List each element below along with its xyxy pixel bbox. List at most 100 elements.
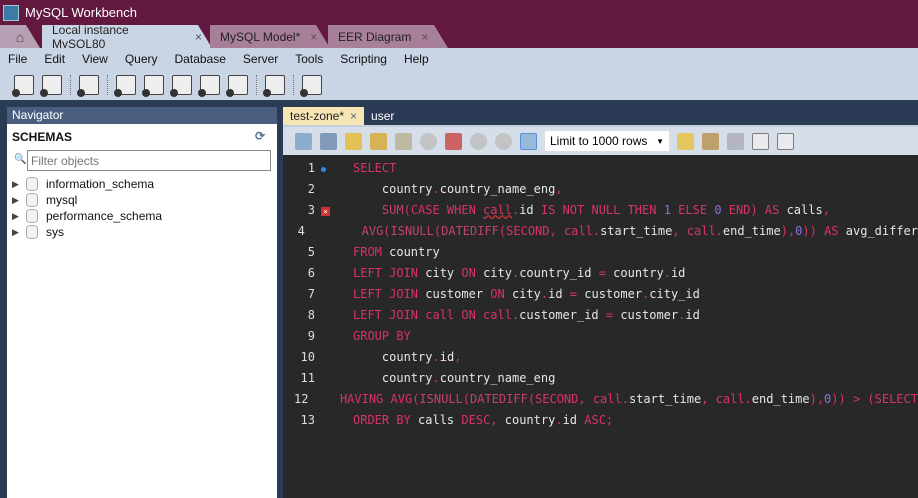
close-icon[interactable]: × [195, 30, 202, 44]
schema-item[interactable]: ▶ sys [12, 224, 162, 240]
create-table-icon[interactable] [142, 75, 164, 97]
code-token: call [483, 202, 512, 217]
code-token: , [454, 349, 462, 364]
inspector-icon[interactable] [77, 75, 99, 97]
code-token: DATEDIFF [470, 391, 528, 406]
code-line[interactable]: 8 LEFT JOIN call ON call. customer_id = cu… [283, 304, 918, 325]
code-line[interactable]: 6 LEFT JOIN city ON city. country_id = cou… [283, 262, 918, 283]
new-sql-tab-icon[interactable] [12, 75, 34, 97]
code-token: 0 [714, 202, 722, 217]
code-line[interactable]: 9 GROUP BY [283, 325, 918, 346]
close-icon[interactable]: × [350, 109, 357, 123]
code-token: start_time [600, 223, 673, 238]
open-file-icon[interactable] [295, 132, 312, 150]
explain-icon[interactable] [395, 132, 412, 150]
main-toolbar [0, 70, 918, 100]
create-procedure-icon[interactable] [198, 75, 220, 97]
tab-eer-diagram[interactable]: EER Diagram × [328, 25, 448, 48]
menu-view[interactable]: View [82, 52, 108, 66]
expand-arrow-icon[interactable]: ▶ [12, 211, 26, 222]
code-line[interactable]: 4 AVG(ISNULL(DATEDIFF (SECOND, call. start… [283, 220, 918, 241]
search-table-data-icon[interactable] [263, 75, 285, 97]
menu-query[interactable]: Query [125, 52, 158, 66]
commit-icon[interactable] [470, 132, 487, 150]
navigator-title: Navigator [7, 107, 277, 124]
open-sql-script-icon[interactable] [40, 75, 62, 97]
schema-item[interactable]: ▶ performance_schema [12, 208, 162, 224]
autocommit-icon[interactable] [520, 132, 537, 150]
close-icon[interactable]: × [310, 30, 317, 44]
database-icon [26, 209, 38, 223]
code-token: avg_differ [845, 223, 918, 238]
menu-bar: File Edit View Query Database Server Too… [0, 48, 918, 70]
save-icon[interactable] [320, 132, 337, 150]
filter-objects-input[interactable] [27, 150, 271, 171]
reconnect-icon[interactable] [300, 75, 322, 97]
menu-scripting[interactable]: Scripting [340, 52, 387, 66]
close-icon[interactable]: × [421, 30, 428, 44]
tab-test-zone[interactable]: test-zone* × [283, 107, 365, 125]
expand-arrow-icon[interactable]: ▶ [12, 227, 26, 238]
execute-current-icon[interactable] [370, 132, 387, 150]
home-tab[interactable]: ⌂ [0, 25, 40, 48]
expand-arrow-icon[interactable]: ▶ [12, 179, 26, 190]
word-wrap-icon[interactable] [777, 132, 794, 150]
code-token: , [822, 202, 830, 217]
create-view-icon[interactable] [170, 75, 192, 97]
find-icon[interactable] [727, 132, 744, 150]
code-token: LEFT JOIN call ON call. [353, 307, 520, 322]
line-number: 8 [307, 307, 315, 322]
tab-user[interactable]: user [364, 107, 401, 125]
beautify-icon[interactable] [702, 132, 719, 150]
code-token: customer_id [519, 307, 606, 322]
code-line[interactable]: 5 FROM country [283, 241, 918, 262]
menu-server[interactable]: Server [243, 52, 278, 66]
refresh-icon[interactable]: ⟳ [255, 129, 265, 143]
create-function-icon[interactable] [226, 75, 248, 97]
code-token: ON [490, 286, 512, 301]
menu-tools[interactable]: Tools [295, 52, 323, 66]
code-token: . [511, 265, 520, 280]
code-token: end_time [751, 391, 810, 406]
tab-mysql-model[interactable]: MySQL Model* × [210, 25, 330, 48]
code-token: country [353, 370, 433, 385]
code-line[interactable]: 10 country. id, [283, 346, 918, 367]
code-token: id [548, 286, 570, 301]
code-line[interactable]: 1 SELECT [283, 157, 918, 178]
search-icon: 🔍 [14, 154, 27, 165]
create-schema-icon[interactable] [114, 75, 136, 97]
expand-arrow-icon[interactable]: ▶ [12, 195, 26, 206]
schema-item[interactable]: ▶ mysql [12, 192, 162, 208]
toggle-error-continue-icon[interactable] [445, 132, 462, 150]
code-area[interactable]: 1 SELECT 2 country. country_name_eng, 3 ✕ SUM… [283, 155, 918, 498]
menu-edit[interactable]: Edit [44, 52, 65, 66]
stop-icon[interactable] [420, 132, 437, 150]
menu-file[interactable]: File [8, 52, 27, 66]
code-line[interactable]: 7 LEFT JOIN customer ON city. id = custome… [283, 283, 918, 304]
code-token: country [389, 244, 440, 259]
menu-database[interactable]: Database [175, 52, 226, 66]
database-icon [26, 177, 38, 191]
rollback-icon[interactable] [495, 132, 512, 150]
code-line[interactable]: 3 ✕ SUM(CASE WHEN call. id IS NOT NULL THE… [283, 199, 918, 220]
code-line[interactable]: 12 HAVING AVG(ISNULL(DATEDIFF (SECOND, cal… [283, 388, 918, 409]
query-tabs: test-zone* × user [283, 107, 918, 125]
schema-item[interactable]: ▶ information_schema [12, 176, 162, 192]
execute-icon[interactable] [345, 132, 362, 150]
code-line[interactable]: 13 ORDER BY calls DESC, country. id ASC; [283, 409, 918, 430]
schema-name: mysql [46, 193, 78, 207]
tab-label: Local instance MySQL80 [52, 22, 129, 51]
code-token: )) AS [802, 223, 846, 238]
line-number: 13 [300, 412, 315, 427]
menu-help[interactable]: Help [404, 52, 429, 66]
invisible-characters-icon[interactable] [752, 132, 769, 150]
schema-name: information_schema [46, 177, 155, 191]
code-line[interactable]: 2 country. country_name_eng, [283, 178, 918, 199]
add-snippet-icon[interactable] [677, 132, 694, 150]
code-token: (SECOND, call. [498, 223, 601, 238]
code-token: HAVING AVG [339, 391, 413, 406]
limit-rows-select[interactable]: Limit to 1000 rows ▼ [545, 131, 669, 151]
code-line[interactable]: 11 country. country_name_eng [283, 367, 918, 388]
tab-local-instance[interactable]: Local instance MySQL80 × [42, 25, 212, 48]
code-token: = [598, 265, 614, 280]
